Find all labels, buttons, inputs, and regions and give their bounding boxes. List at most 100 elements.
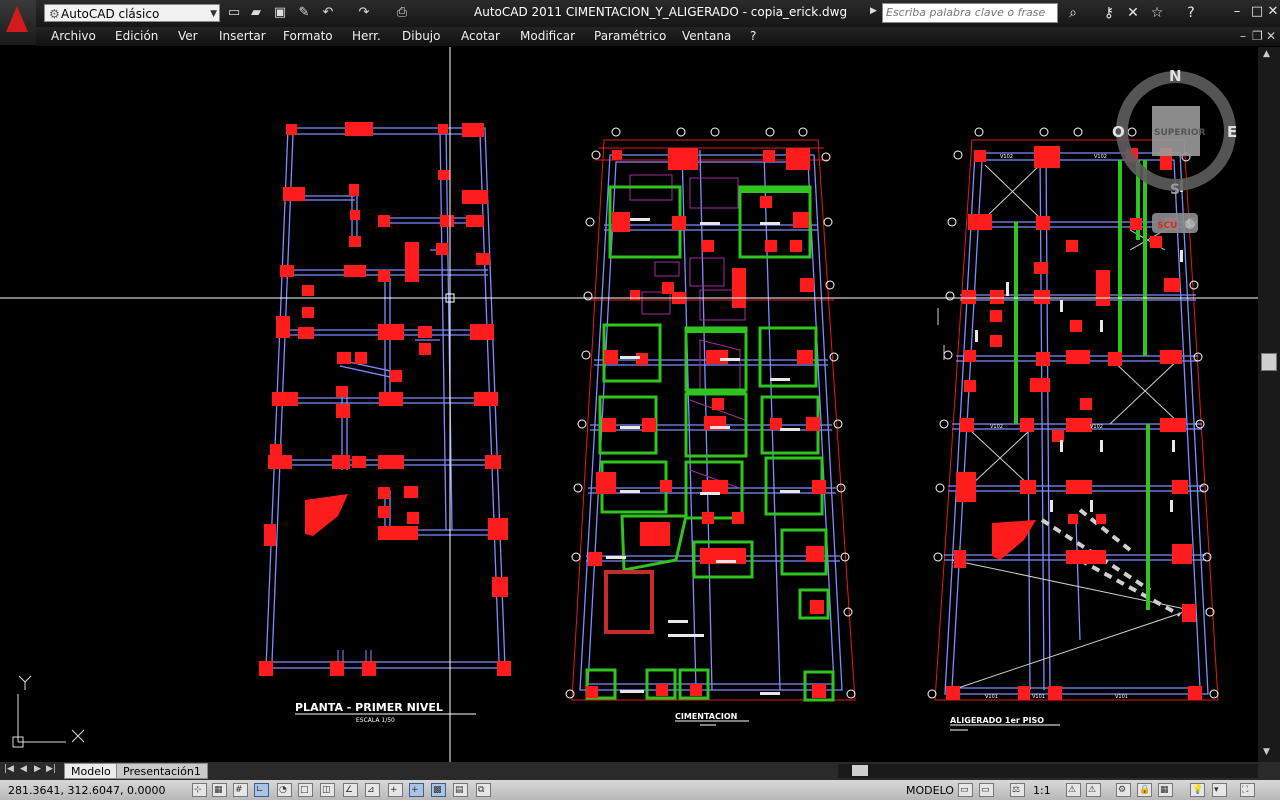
redo-icon[interactable]: ↷ [356,5,372,21]
viga-label: V102 [1090,424,1103,430]
scroll-up-icon[interactable]: ▲ [1263,49,1270,59]
crosshair-cursor [0,47,1258,762]
application-menu-button[interactable] [0,0,36,45]
doc-restore-icon[interactable]: ❐ [1252,29,1263,43]
menu-formato[interactable]: Formato [283,29,333,43]
quick-view-layouts-icon[interactable]: ▭ [958,783,973,797]
snap-toggle[interactable]: ▦ [212,783,227,797]
star-icon[interactable]: ☆ [1148,5,1166,21]
viga-label: V101 [985,694,998,700]
ortho-toggle[interactable]: ∟ [254,783,269,797]
viga-label: V101 [1032,694,1045,700]
auto-scale-icon[interactable]: ⚠ [1086,783,1101,797]
annotation-scale-icon[interactable]: ⚖ [1010,783,1025,797]
hardware-acceleration-icon[interactable]: ▦ [1158,783,1173,797]
tab-presentacion1[interactable]: Presentación1 [116,763,208,779]
save-as-icon[interactable]: ✎ [296,5,312,21]
menu-help[interactable]: ? [750,29,756,43]
new-file-icon[interactable]: ▭ [226,5,242,21]
tab-modelo[interactable]: Modelo [64,763,118,779]
plan1-scale: ESCALA 1/50 [356,717,395,724]
help-icon[interactable]: ? [1182,5,1200,21]
drawing-svg: PLANTA - PRIMER NIVEL ESCALA 1/50 CIMENT… [0,47,1258,762]
horizontal-scroll-thumb[interactable] [852,765,868,776]
otrack-toggle[interactable]: ∠ [343,783,358,797]
menu-acotar[interactable]: Acotar [461,29,500,43]
selection-cycling-toggle[interactable]: ⧉ [476,783,491,797]
title-bar: ⚙AutoCAD clásico ▼ ▭ ▰ ▣ ✎ ↶ ↷ ⎙ AutoCAD… [0,0,1280,27]
isolate-objects-icon[interactable]: 💡 [1190,783,1205,797]
viewcube-north[interactable]: N [1169,67,1182,85]
polar-toggle[interactable]: ◔ [277,783,292,797]
doc-minimize-icon[interactable]: – [1240,29,1246,43]
clean-screen-icon[interactable]: ⛶ [1240,783,1255,797]
viewcube-face[interactable]: SUPERIOR [1154,128,1205,138]
open-folder-icon[interactable]: ▰ [248,5,264,21]
plan2-title: CIMENTACION [675,712,737,721]
drawing-canvas[interactable]: PLANTA - PRIMER NIVEL ESCALA 1/50 CIMENT… [0,47,1258,762]
viewcube-ucs[interactable]: SCU [1157,221,1177,231]
exchange-icon[interactable]: ✕ [1124,5,1142,21]
autocad-logo-icon [6,6,28,32]
first-tab-icon[interactable]: |◀ [4,764,14,774]
quick-view-drawings-icon[interactable]: ▭ [979,783,994,797]
workspace-switch-icon[interactable]: ⚙ [1116,783,1131,797]
viewcube-south[interactable]: S [1170,182,1180,198]
menu-ver[interactable]: Ver [178,29,198,43]
window-title: AutoCAD 2011 CIMENTACION_Y_ALIGERADO - c… [474,5,848,19]
minimize-icon[interactable]: – [1228,4,1246,19]
menu-ventana[interactable]: Ventana [682,29,731,43]
3d-osnap-toggle[interactable]: ◫ [320,783,335,797]
plan3-title: ALIGERADO 1er PISO [950,716,1044,725]
gear-icon: ⚙ [49,7,60,21]
menu-archivo[interactable]: Archivo [51,29,96,43]
doc-close-icon[interactable]: ✕ [1266,29,1276,43]
cursor-coordinates: 281.3641, 312.6047, 0.0000 [8,784,166,797]
menu-bar: Archivo Edición Ver Insertar Formato Her… [36,27,1280,46]
ducs-toggle[interactable]: ⊿ [365,783,380,797]
key-icon[interactable]: ⚷ [1100,5,1118,21]
viga-label: V101 [1115,694,1128,700]
lock-icon[interactable]: 🔒 [1137,783,1152,797]
vertical-scrollbar[interactable]: ▲ ▼ [1258,47,1280,762]
menu-modificar[interactable]: Modificar [520,29,575,43]
infer-constraints-toggle[interactable]: ⊹ [192,783,207,797]
save-icon[interactable]: ▣ [272,5,288,21]
search-input[interactable]: Escriba palabra clave o frase [882,3,1058,23]
chevron-down-icon: ▼ [210,9,217,19]
status-menu-icon[interactable]: ▾ [1212,783,1227,797]
close-icon[interactable]: ✕ [1264,4,1280,19]
undo-icon[interactable]: ↶ [320,5,336,21]
annotation-visibility-icon[interactable]: ⚠ [1066,783,1081,797]
menu-edicion[interactable]: Edición [115,29,158,43]
viewcube-east[interactable]: E [1227,123,1237,141]
menu-parametrico[interactable]: Paramétrico [594,29,666,43]
quick-properties-toggle[interactable]: ▤ [453,783,468,797]
menu-insertar[interactable]: Insertar [219,29,266,43]
vertical-scroll-thumb[interactable] [1261,353,1277,371]
annotation-scale[interactable]: 1:1 [1033,784,1051,797]
menu-dibujo[interactable]: Dibujo [402,29,440,43]
viga-label: V102 [1000,154,1013,160]
model-space-label[interactable]: MODELO [906,784,954,797]
next-tab-icon[interactable]: ▶ [34,764,41,774]
menu-herramientas[interactable]: Herr. [352,29,381,43]
expand-arrow-icon[interactable]: ▶ [870,6,877,16]
plan-primer-nivel: PLANTA - PRIMER NIVEL ESCALA 1/50 [259,122,511,724]
workspace-select[interactable]: ⚙AutoCAD clásico ▼ [44,4,220,22]
transparency-toggle[interactable]: ▩ [431,783,446,797]
print-icon[interactable]: ⎙ [394,5,410,21]
dyn-toggle[interactable]: + [388,783,403,797]
prev-tab-icon[interactable]: ◀ [20,764,27,774]
grid-toggle[interactable]: # [233,783,248,797]
viewcube-west[interactable]: O [1112,123,1125,141]
viga-label: V102 [1094,154,1107,160]
scroll-down-icon[interactable]: ▼ [1263,747,1270,757]
binoculars-icon[interactable]: ⌕ [1064,5,1082,21]
workspace-label: AutoCAD clásico [61,7,160,21]
last-tab-icon[interactable]: ▶| [46,764,56,774]
horizontal-scrollbar[interactable] [838,764,1258,778]
osnap-toggle[interactable]: □ [298,783,313,797]
lineweight-toggle[interactable]: + [409,783,424,797]
plan-cimentacion: CIMENTACION [565,127,856,726]
